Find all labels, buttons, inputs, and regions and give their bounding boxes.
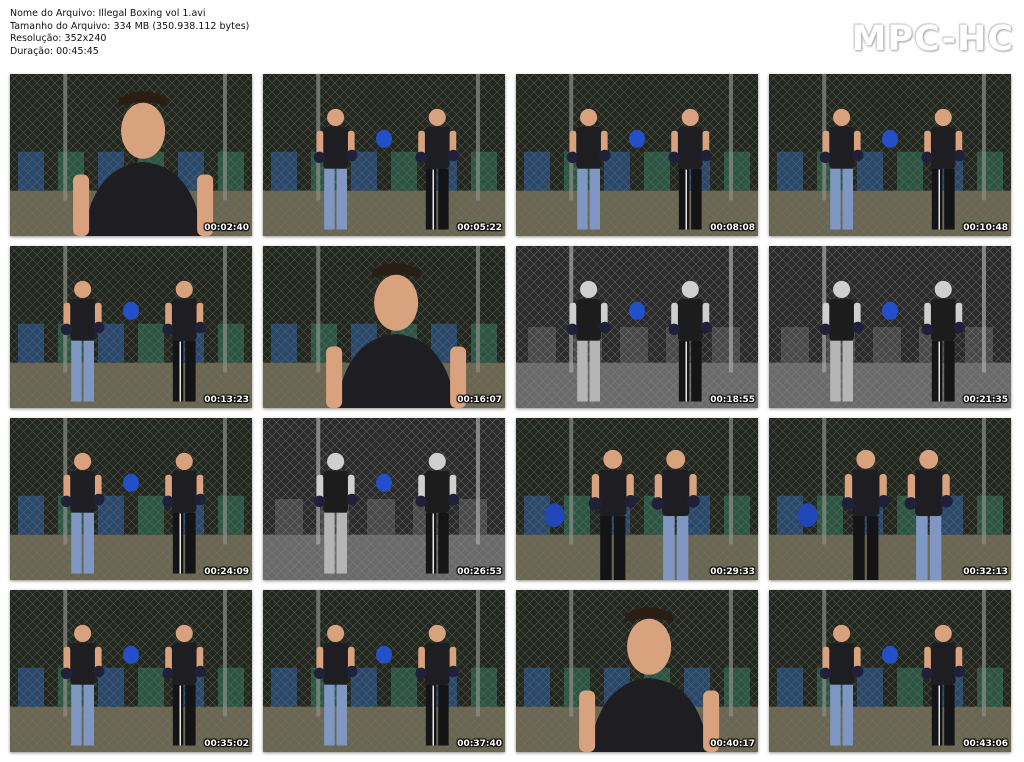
video-thumbnail: 00:02:40 [10,74,252,236]
thumbnail-timestamp: 00:35:02 [204,739,249,749]
frame-image [769,74,1011,236]
thumbnail-timestamp: 00:08:08 [710,223,755,233]
video-thumbnail: 00:24:09 [10,418,252,580]
frame-image [263,246,505,408]
thumbnail-timestamp: 00:10:48 [963,223,1008,233]
frame-image [263,418,505,580]
video-thumbnail: 00:05:22 [263,74,505,236]
frame-image [10,590,252,752]
frame-image [516,590,758,752]
video-thumbnail: 00:16:07 [263,246,505,408]
frame-image [769,246,1011,408]
video-thumbnail: 00:40:17 [516,590,758,752]
video-thumbnail: 00:08:08 [516,74,758,236]
thumbnail-timestamp: 00:16:07 [457,395,502,405]
file-info: Nome do Arquivo: Illegal Boxing vol 1.av… [10,8,249,58]
thumbnail-timestamp: 00:24:09 [204,567,249,577]
frame-image [10,418,252,580]
video-thumbnail: 00:32:13 [769,418,1011,580]
frame-image [769,418,1011,580]
frame-image [516,246,758,408]
video-thumbnail: 00:18:55 [516,246,758,408]
frame-image [516,74,758,236]
video-thumbnail: 00:26:53 [263,418,505,580]
thumbnail-timestamp: 00:29:33 [710,567,755,577]
file-name-line: Nome do Arquivo: Illegal Boxing vol 1.av… [10,8,206,19]
video-thumbnail: 00:13:23 [10,246,252,408]
thumbnail-timestamp: 00:43:06 [963,739,1008,749]
thumbnail-timestamp: 00:32:13 [963,567,1008,577]
video-thumbnail: 00:43:06 [769,590,1011,752]
frame-image [10,246,252,408]
thumbnail-timestamp: 00:05:22 [457,223,502,233]
thumbnail-timestamp: 00:40:17 [710,739,755,749]
video-thumbnail: 00:35:02 [10,590,252,752]
frame-image [516,418,758,580]
video-thumbnail: 00:10:48 [769,74,1011,236]
thumbnail-timestamp: 00:26:53 [457,567,502,577]
thumbnail-timestamp: 00:37:40 [457,739,502,749]
video-thumbnail: 00:37:40 [263,590,505,752]
file-size-line: Tamanho do Arquivo: 334 MB (350.938.112 … [10,20,250,32]
frame-image [769,590,1011,752]
thumbnail-timestamp: 00:18:55 [710,395,755,405]
frame-image [263,590,505,752]
duration-line: Duração: 00:45:45 [10,45,99,57]
mpc-hc-logo: MPC-HC [851,19,1014,59]
thumbnail-timestamp: 00:02:40 [204,223,249,233]
video-thumbnail: 00:29:33 [516,418,758,580]
resolution-line: Resolução: 352x240 [10,33,107,44]
frame-image [10,74,252,236]
video-thumbnail: 00:21:35 [769,246,1011,408]
thumbnail-timestamp: 00:21:35 [963,395,1008,405]
thumbnail-timestamp: 00:13:23 [204,395,249,405]
frame-image [263,74,505,236]
